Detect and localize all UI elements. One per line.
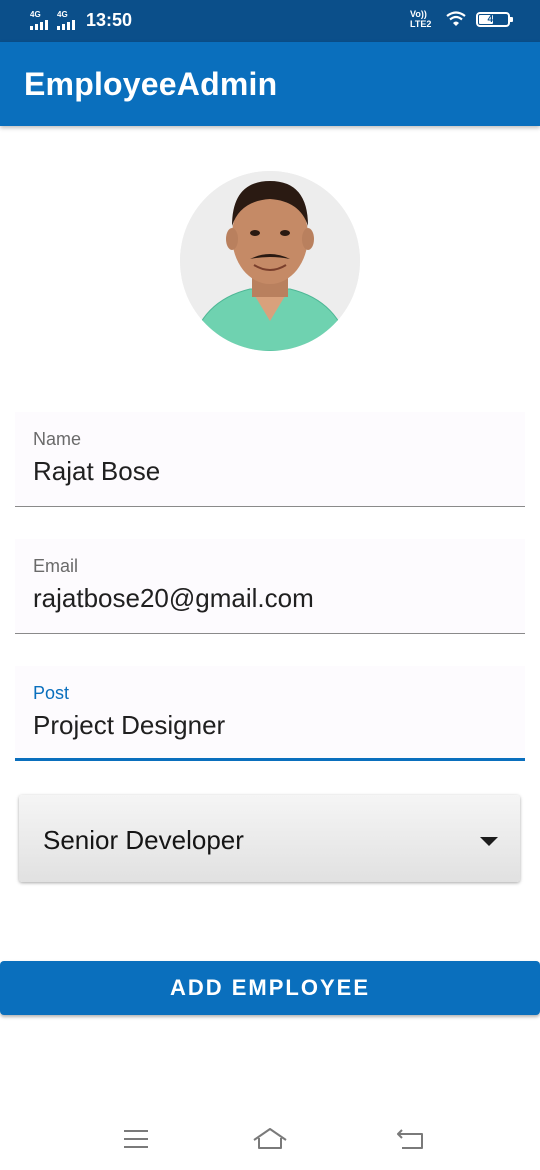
app-title: EmployeeAdmin	[24, 66, 278, 102]
battery-icon: 48	[476, 11, 513, 27]
email-field[interactable]: Email rajatbose20@gmail.com	[15, 539, 525, 634]
dropdown-selected-value: Senior Developer	[43, 825, 244, 855]
name-label: Name	[33, 429, 82, 449]
post-input[interactable]: Project Designer	[33, 710, 503, 741]
system-nav-bar	[0, 1110, 540, 1170]
position-dropdown[interactable]: Senior Developer	[19, 795, 520, 882]
email-label: Email	[33, 556, 79, 576]
status-right: Vo)) LTE2 48	[410, 9, 513, 29]
back-icon[interactable]	[392, 1124, 432, 1154]
volte-indicator: Vo)) LTE2	[410, 9, 438, 29]
profile-photo[interactable]	[180, 171, 360, 351]
name-field[interactable]: Name Rajat Bose	[15, 412, 525, 507]
menu-icon[interactable]	[116, 1124, 156, 1154]
name-input[interactable]: Rajat Bose	[33, 456, 503, 487]
post-field[interactable]: Post Project Designer	[15, 666, 525, 761]
signal-icon-2: 4G	[57, 9, 79, 31]
clock: 13:50	[86, 10, 133, 30]
signal-icon: 4G	[30, 9, 52, 31]
volte-line-1: Vo))	[410, 9, 427, 19]
volte-line-2: LTE2	[410, 19, 432, 29]
network-type-1: 4G	[30, 9, 41, 19]
app-bar: EmployeeAdmin	[0, 42, 540, 126]
add-employee-button[interactable]: ADD EMPLOYEE	[0, 961, 540, 1015]
dropdown-arrow-icon	[480, 837, 498, 846]
status-left: 4G 4G 13:50	[30, 10, 132, 31]
post-label: Post	[33, 683, 70, 703]
home-icon[interactable]	[250, 1124, 290, 1154]
network-type-2: 4G	[57, 9, 68, 19]
status-bar: 4G 4G 13:50 Vo)) LTE2 48	[0, 0, 540, 42]
battery-level: 48	[487, 13, 499, 25]
email-input[interactable]: rajatbose20@gmail.com	[33, 583, 503, 614]
wifi-icon	[446, 11, 466, 26]
profile-photo-icon	[180, 171, 360, 351]
